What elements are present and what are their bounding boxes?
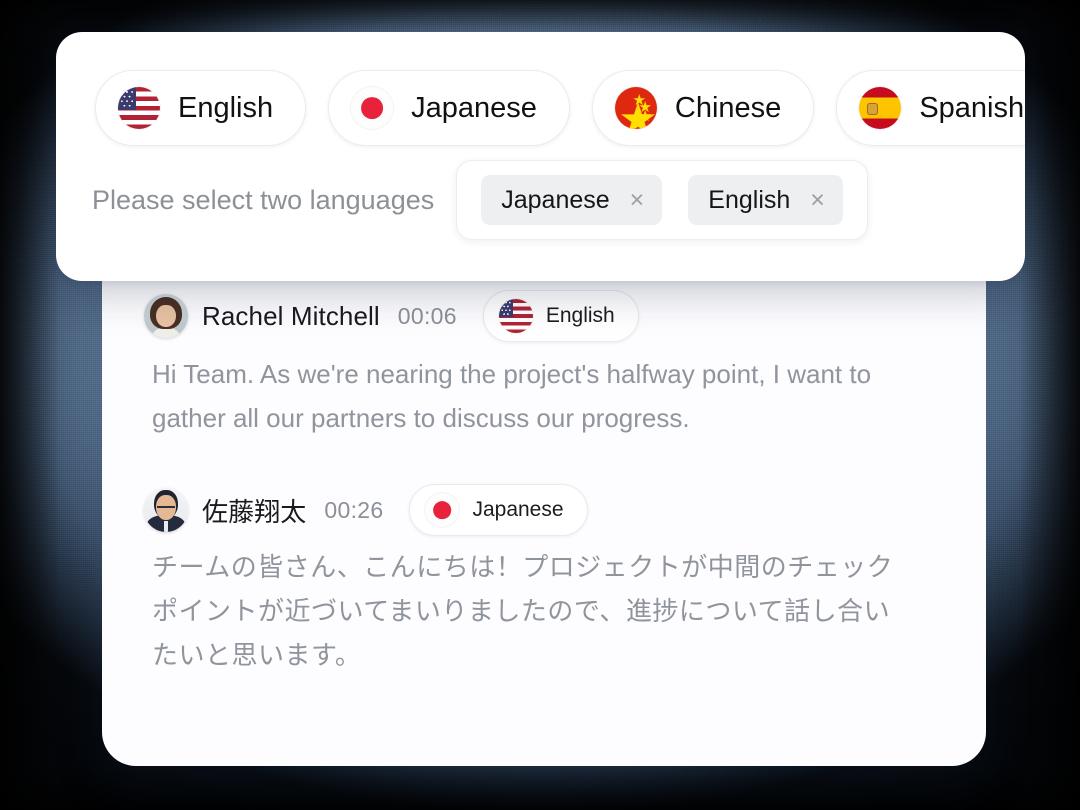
flag-jp-icon [351,87,394,129]
message-item: Rachel Mitchell 00:06 English Hi Team. A… [144,290,944,440]
message-language-badge[interactable]: Japanese [409,484,588,536]
speaker-name: 佐藤翔太 [202,497,307,528]
language-option-label: Japanese [411,91,537,124]
selected-chip-english[interactable]: English × [688,175,843,225]
language-option-label: English [178,91,274,124]
avatar-rachel-mitchell [144,294,188,338]
language-selector-card: English Japanese ★ ★ ★ ★ ★ Chinese Spani… [56,32,1025,281]
speaker-name: Rachel Mitchell [202,300,380,331]
language-options-row: English Japanese ★ ★ ★ ★ ★ Chinese Spani… [56,32,1025,146]
flag-us-icon [498,299,533,333]
flag-jp-icon [425,493,460,527]
language-option-label: Spanish [919,91,1025,124]
language-option-chinese[interactable]: ★ ★ ★ ★ ★ Chinese [591,70,815,146]
message-timestamp: 00:06 [397,302,457,329]
language-option-english[interactable]: English [95,70,307,146]
language-option-label: Chinese [674,91,782,124]
message-timestamp: 00:26 [324,496,384,523]
selected-chip-label: English [708,185,791,214]
selection-hint-label: Please select two languages [92,184,435,215]
message-item: 佐藤翔太 00:26 Japanese チームの皆さん、こんにちは！プロジェクト… [144,484,944,678]
message-language-badge[interactable]: English [482,290,639,342]
language-badge-label: English [545,304,615,327]
flag-cn-icon: ★ ★ ★ ★ ★ [614,87,657,129]
close-icon[interactable]: × [630,187,645,213]
language-option-spanish[interactable]: Spanish [836,70,1025,146]
avatar-sato-shota [144,488,188,532]
flag-us-icon [118,87,160,129]
message-text: チームの皆さん、こんにちは！プロジェクトが中間のチェックポイントが近づいてまいり… [152,553,894,671]
message-text: Hi Team. As we're nearing the project's … [152,359,872,433]
language-option-japanese[interactable]: Japanese [328,70,570,146]
selection-row: Please select two languages Japanese × E… [56,146,1025,240]
message-header: Rachel Mitchell 00:06 English [144,290,944,342]
flag-es-icon [859,87,902,129]
language-badge-label: Japanese [472,498,564,521]
selected-chip-japanese[interactable]: Japanese × [481,175,663,225]
close-icon[interactable]: × [810,187,825,213]
message-header: 佐藤翔太 00:26 Japanese [144,484,944,536]
selected-languages-box[interactable]: Japanese × English × [456,160,868,240]
selected-chip-label: Japanese [501,185,610,214]
message-list: Rachel Mitchell 00:06 English Hi Team. A… [102,290,986,686]
